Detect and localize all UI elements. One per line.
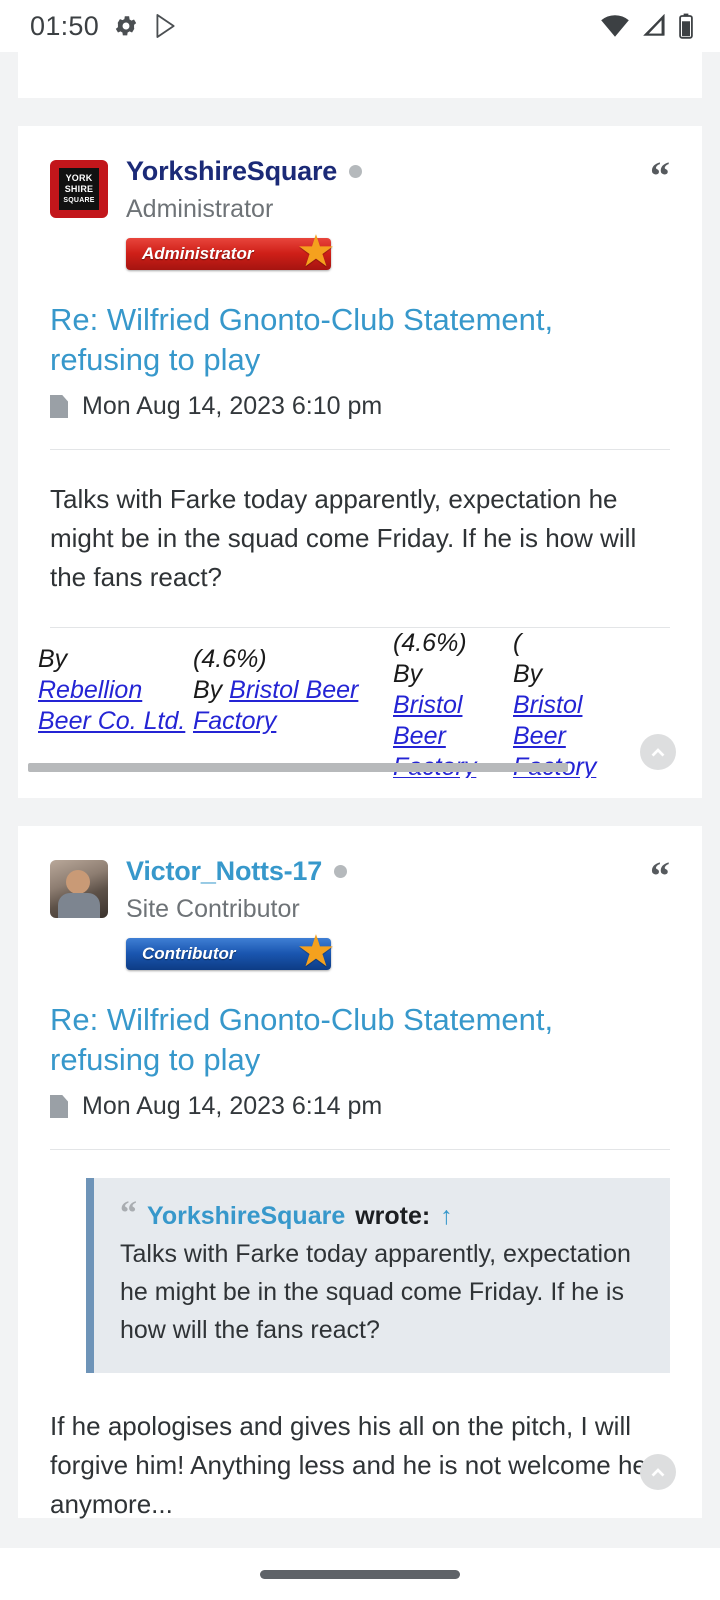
post-title[interactable]: Re: Wilfried Gnonto-Club Statement, refu…	[50, 300, 670, 380]
online-status-dot	[349, 165, 363, 178]
avatar-line-1: YORK	[65, 172, 93, 183]
card-gap	[0, 798, 720, 826]
forum-thread-scroll-area[interactable]: YORK SHIRE SQUARE YorkshireSquare Admini…	[0, 52, 720, 1600]
author-rank-title: Site Contributor	[126, 895, 300, 923]
document-icon	[50, 1095, 68, 1118]
scroll-to-top-button[interactable]	[640, 734, 676, 770]
post-date-row: Mon Aug 14, 2023 6:10 pm	[50, 392, 670, 421]
gear-icon	[113, 13, 139, 39]
signature-prefix: By	[38, 645, 68, 673]
quoted-post[interactable]: “ YorkshireSquare wrote: ↑ Talks with Fa…	[86, 1178, 670, 1373]
rank-badge: Administrator ★	[126, 230, 336, 274]
signature-abv: (4.6%)	[393, 629, 467, 657]
divider	[50, 1149, 670, 1150]
post-author-row: Victor_Notts-17 Site Contributor “	[50, 856, 670, 924]
cell-signal-icon	[641, 13, 667, 38]
rank-badge: Contributor ★	[126, 930, 336, 974]
signature-column: (4.6%) By Bristol Beer Factory	[393, 628, 513, 778]
signature-hscroll[interactable]: By Rebellion Beer Co. Ltd. (4.6%) By Bri…	[18, 628, 702, 778]
quoted-text: Talks with Farke today apparently, expec…	[120, 1240, 631, 1344]
signature-brewery-link[interactable]: Rebellion Beer Co. Ltd.	[38, 676, 185, 735]
horizontal-scrollbar[interactable]	[28, 763, 568, 772]
quoted-wrote-label: wrote:	[355, 1202, 431, 1230]
online-status-dot	[334, 865, 348, 878]
signature-column: ( By Bristol Beer Factory	[513, 628, 623, 778]
home-gesture-pill[interactable]	[260, 1569, 460, 1579]
quote-icon[interactable]: “	[650, 156, 670, 196]
card-gap	[0, 98, 720, 126]
signature-column: (4.6%) By Bristol Beer Factory	[193, 644, 393, 778]
status-bar-right	[600, 13, 694, 39]
quote-icon: “	[120, 1195, 137, 1232]
chevron-up-icon	[651, 748, 665, 757]
post-title[interactable]: Re: Wilfried Gnonto-Club Statement, refu…	[50, 1000, 670, 1080]
signature-prefix: By	[193, 676, 223, 704]
play-store-icon	[153, 13, 177, 39]
previous-post-card-partial	[18, 52, 702, 98]
avatar-logo-text: YORK SHIRE SQUARE	[59, 168, 99, 210]
avatar[interactable]: YORK SHIRE SQUARE	[50, 160, 108, 218]
quote-icon[interactable]: “	[650, 856, 670, 896]
battery-icon	[678, 13, 694, 39]
signature-columns: By Rebellion Beer Co. Ltd. (4.6%) By Bri…	[38, 628, 702, 778]
avatar-line-3: SQUARE	[63, 196, 95, 204]
android-navigation-bar	[0, 1548, 720, 1600]
post-date-row: Mon Aug 14, 2023 6:14 pm	[50, 1092, 670, 1121]
scroll-to-top-button[interactable]	[640, 1454, 676, 1490]
avatar-line-2: SHIRE	[64, 183, 94, 194]
author-rank-title: Administrator	[126, 195, 274, 223]
post-author-row: YORK SHIRE SQUARE YorkshireSquare Admini…	[50, 156, 670, 224]
chevron-up-icon	[651, 1468, 665, 1477]
star-icon: ★	[296, 227, 336, 276]
wifi-icon	[600, 14, 630, 38]
quoted-author[interactable]: YorkshireSquare	[147, 1202, 345, 1231]
jump-to-post-arrow-icon[interactable]: ↑	[440, 1202, 453, 1231]
author-username[interactable]: Victor_Notts-17	[126, 856, 322, 887]
post-card-1[interactable]: YORK SHIRE SQUARE YorkshireSquare Admini…	[18, 126, 702, 798]
status-bar-left: 01:50	[30, 11, 177, 42]
post-date: Mon Aug 14, 2023 6:10 pm	[82, 392, 383, 420]
signature-column: By Rebellion Beer Co. Ltd.	[38, 644, 193, 778]
post-body: Talks with Farke today apparently, expec…	[50, 484, 637, 592]
author-username[interactable]: YorkshireSquare	[126, 156, 337, 187]
quoted-post-header: “ YorkshireSquare wrote: ↑	[120, 1195, 644, 1232]
signature-prefix: By	[513, 660, 543, 688]
avatar[interactable]	[50, 860, 108, 918]
post-body: If he apologises and gives his all on th…	[50, 1411, 671, 1519]
signature-abv: (4.6%)	[193, 645, 267, 673]
clock: 01:50	[30, 10, 100, 41]
star-icon: ★	[296, 927, 336, 976]
document-icon	[50, 395, 68, 418]
signature-prefix: By	[393, 660, 423, 688]
signature-abv: (	[513, 629, 522, 657]
post-card-2[interactable]: Victor_Notts-17 Site Contributor “ Contr…	[18, 826, 702, 1519]
post-date: Mon Aug 14, 2023 6:14 pm	[82, 1092, 383, 1120]
status-bar: 01:50	[0, 0, 720, 52]
